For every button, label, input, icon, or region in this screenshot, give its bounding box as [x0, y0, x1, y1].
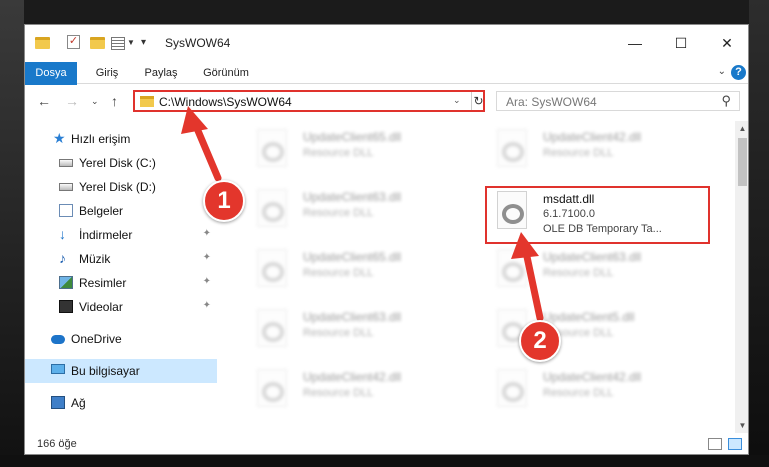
annotation-arrows	[181, 106, 544, 322]
step-badge-2: 2	[519, 320, 561, 362]
arrow-to-address-bar	[181, 106, 222, 182]
step-badge-1: 1	[203, 180, 245, 222]
arrow-to-file	[511, 232, 544, 322]
